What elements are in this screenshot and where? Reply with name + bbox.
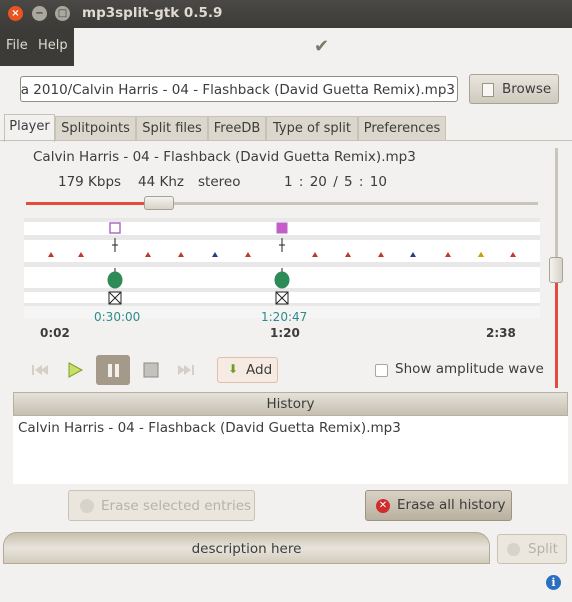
time-label: 1 : 20 / 5 : 10 [284,174,387,190]
stop-icon[interactable] [134,356,168,384]
next-icon[interactable] [170,356,204,384]
show-amplitude-checkbox[interactable] [375,364,388,377]
splitpoint-1-marker[interactable] [109,222,121,234]
erase-icon: ✕ [376,499,390,513]
description-status-bar: description here [3,532,490,564]
erase-selected-label: Erase selected entries [101,498,252,514]
progress-slider-handle[interactable] [144,196,174,210]
tab-type-of-split[interactable]: Type of split [266,116,358,140]
show-amplitude-label[interactable]: Show amplitude wave [395,361,544,377]
menu-bar: File Help [0,28,74,66]
mode-label: stereo [198,174,241,190]
file-path-input[interactable]: piza 2010/Calvin Harris - 04 - Flashback… [20,76,458,102]
file-path-text: piza 2010/Calvin Harris - 04 - Flashback… [20,82,455,98]
timeline-start-label: 0:02 [40,326,70,340]
erase-all-label: Erase all history [397,497,506,513]
history-header[interactable]: History [13,392,568,416]
checkmark-icon: ✔ [314,36,330,57]
pause-icon[interactable] [96,356,130,384]
previous-icon[interactable] [22,356,56,384]
splitpoint-2-handle[interactable] [274,271,290,289]
tab-splitpoints[interactable]: Splitpoints [55,116,136,140]
tab-freedb[interactable]: FreeDB [208,116,266,140]
tab-divider [0,140,572,141]
splitpoint-timeline[interactable] [24,218,540,318]
close-icon[interactable]: × [8,6,23,21]
frequency-label: 44 Khz [138,174,184,190]
file-icon [482,83,494,97]
song-title: Calvin Harris - 04 - Flashback (David Gu… [33,149,416,165]
progress-fill [26,202,159,205]
bitrate-label: 179 Kbps [58,174,122,190]
play-icon[interactable] [58,356,92,384]
tab-player[interactable]: Player [4,114,55,142]
split-button[interactable]: Split [497,534,567,564]
splitpoint-1-handle[interactable] [107,271,123,289]
erase-icon [80,499,94,513]
list-item[interactable]: Calvin Harris - 04 - Flashback (David Gu… [18,420,401,436]
info-icon[interactable]: i [546,575,561,590]
splitpoint-2-marker[interactable] [276,222,288,234]
split-icon [507,543,520,556]
erase-all-history-button[interactable]: ✕ Erase all history [365,490,512,521]
add-splitpoint-button[interactable]: ⬇ Add [217,357,278,383]
split-label: Split [528,541,558,557]
tab-split-files[interactable]: Split files [136,116,208,140]
maximize-icon[interactable]: □ [55,6,70,21]
erase-selected-button[interactable]: Erase selected entries [68,490,255,521]
browse-button[interactable]: Browse [469,74,559,104]
browse-label: Browse [502,81,552,97]
splitpoint-2-time: 1:20:47 [261,310,308,324]
title-bar: × − □ mp3split-gtk 0.5.9 [0,0,572,28]
add-icon: ⬇ [228,362,239,376]
menu-help[interactable]: Help [38,38,68,53]
timeline-current-label: 1:20 [270,326,300,340]
menu-file[interactable]: File [6,38,28,53]
volume-fill [555,270,558,388]
splitpoint-1-time: 0:30:00 [94,310,141,324]
add-label: Add [246,362,273,378]
history-list[interactable]: Calvin Harris - 04 - Flashback (David Gu… [13,416,568,484]
window-title: mp3split-gtk 0.5.9 [82,5,223,21]
volume-slider-handle[interactable] [549,257,563,283]
minimize-icon[interactable]: − [32,6,47,21]
timeline-end-label: 2:38 [486,326,516,340]
tab-preferences[interactable]: Preferences [358,116,446,140]
